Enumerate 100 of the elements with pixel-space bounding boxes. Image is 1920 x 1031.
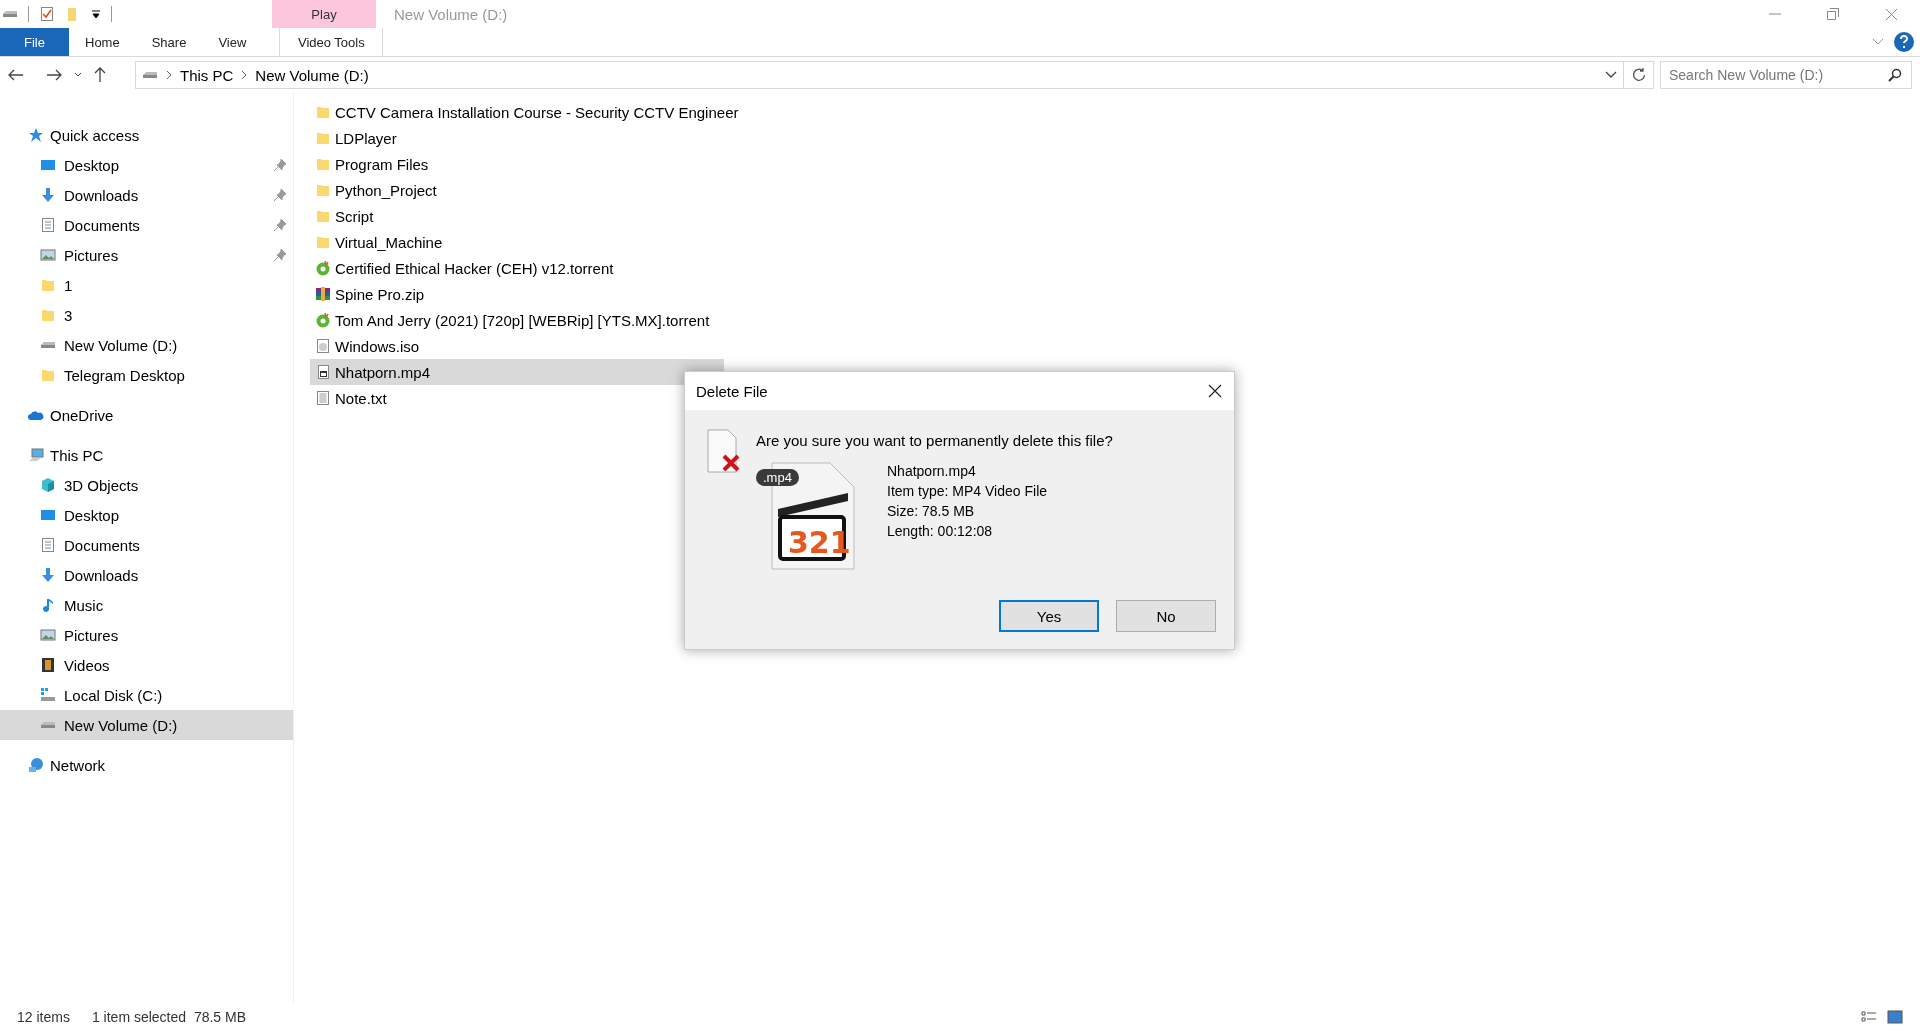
history-dropdown-icon[interactable] bbox=[1605, 71, 1617, 79]
pin-icon[interactable] bbox=[273, 218, 287, 232]
cube-icon bbox=[40, 477, 56, 493]
network-globe-icon bbox=[28, 757, 44, 773]
navigation-item[interactable]: 3D Objects bbox=[0, 470, 293, 500]
navigation-item[interactable]: 1 bbox=[0, 270, 293, 300]
file-item[interactable]: LDPlayer bbox=[310, 125, 397, 151]
picture-icon bbox=[40, 247, 56, 263]
navigation-item[interactable]: 3 bbox=[0, 300, 293, 330]
disc-image-icon bbox=[315, 338, 331, 354]
folder-icon bbox=[315, 182, 331, 198]
search-field[interactable]: Search New Volume (D:) bbox=[1660, 61, 1912, 89]
drive-icon bbox=[142, 71, 158, 79]
close-icon[interactable] bbox=[1208, 384, 1222, 398]
film-icon bbox=[40, 657, 56, 673]
forward-arrow-icon[interactable] bbox=[46, 69, 62, 81]
download-arrow-icon bbox=[40, 187, 56, 203]
file-item[interactable]: Script bbox=[310, 203, 374, 229]
expand-ribbon-chevron-icon[interactable] bbox=[1872, 38, 1884, 46]
ribbon-tab[interactable]: File bbox=[0, 28, 69, 56]
back-arrow-icon[interactable] bbox=[8, 69, 24, 81]
file-item[interactable]: CCTV Camera Installation Course - Security CCTV Engineer bbox=[310, 99, 739, 125]
delete-file-icon bbox=[706, 428, 742, 476]
window-title: New Volume (D:) bbox=[394, 4, 509, 25]
dialog-button[interactable]: No bbox=[1116, 600, 1216, 632]
breadcrumb[interactable]: New Volume (D:) bbox=[255, 66, 369, 84]
navigation-item[interactable]: Network bbox=[0, 750, 293, 780]
navigation-item[interactable]: Documents bbox=[0, 530, 293, 560]
file-item[interactable]: Nhatporn.mp4 bbox=[310, 359, 724, 385]
file-item[interactable]: Windows.iso bbox=[310, 333, 420, 359]
details-view-icon[interactable] bbox=[1861, 1010, 1877, 1024]
ribbon-tab[interactable]: Share bbox=[135, 28, 203, 56]
dialog-title: Delete File bbox=[696, 382, 768, 400]
properties-check-icon[interactable] bbox=[39, 6, 55, 22]
music-note-icon bbox=[40, 597, 56, 613]
navigation-item[interactable]: Pictures bbox=[0, 240, 293, 270]
ribbon-tab[interactable]: Video Tools bbox=[279, 28, 384, 56]
navigation-item[interactable]: Local Disk (C:) bbox=[0, 680, 293, 710]
selection-info: 1 item selected 78.5 MB bbox=[91, 1009, 246, 1025]
navigation-item[interactable]: Desktop bbox=[0, 150, 293, 180]
navigation-item[interactable]: Desktop bbox=[0, 500, 293, 530]
navigation-item[interactable]: New Volume (D:) bbox=[0, 710, 293, 740]
folder-icon bbox=[40, 367, 56, 383]
up-arrow-icon[interactable] bbox=[94, 67, 106, 83]
navigation-item[interactable]: OneDrive bbox=[0, 400, 293, 430]
folder-icon bbox=[315, 130, 331, 146]
computer-icon bbox=[28, 447, 44, 463]
drive-icon bbox=[40, 721, 56, 729]
navigation-item[interactable]: Documents bbox=[0, 210, 293, 240]
folder-icon bbox=[315, 234, 331, 250]
breadcrumb-chevron-icon[interactable] bbox=[166, 70, 172, 80]
search-icon[interactable] bbox=[1888, 68, 1902, 82]
breadcrumb-chevron-icon[interactable] bbox=[241, 70, 248, 80]
download-arrow-icon bbox=[40, 567, 56, 583]
video-file-icon bbox=[315, 364, 331, 380]
navigation-item[interactable]: Pictures bbox=[0, 620, 293, 650]
file-extension-badge: .mp4 bbox=[756, 469, 799, 486]
navigation-item[interactable]: This PC bbox=[0, 440, 293, 470]
ribbon-tab[interactable]: Home bbox=[69, 28, 136, 56]
navigation-item[interactable]: Downloads bbox=[0, 180, 293, 210]
star-icon bbox=[28, 127, 44, 143]
file-item[interactable]: Certified Ethical Hacker (CEH) v12.torrent bbox=[310, 255, 614, 281]
file-item[interactable]: Python_Project bbox=[310, 177, 437, 203]
navigation-item[interactable]: Music bbox=[0, 590, 293, 620]
folder-icon bbox=[315, 208, 331, 224]
navigation-item[interactable]: Videos bbox=[0, 650, 293, 680]
help-icon[interactable] bbox=[1894, 32, 1914, 52]
dropdown-caret-icon[interactable] bbox=[91, 9, 101, 19]
navigation-item[interactable]: Telegram Desktop bbox=[0, 360, 293, 390]
contextual-tab-header: Play bbox=[272, 0, 376, 28]
navigation-item[interactable]: Quick access bbox=[0, 120, 293, 150]
navigation-item[interactable]: Downloads bbox=[0, 560, 293, 590]
drive-icon bbox=[40, 341, 56, 349]
desktop-icon bbox=[40, 507, 56, 523]
drive-icon bbox=[40, 687, 56, 703]
pin-icon[interactable] bbox=[273, 158, 287, 172]
recent-caret-icon[interactable] bbox=[74, 72, 82, 78]
torrent-icon bbox=[315, 260, 331, 276]
document-icon bbox=[40, 537, 56, 553]
refresh-icon[interactable] bbox=[1631, 68, 1646, 82]
text-file-icon bbox=[315, 390, 331, 406]
pin-icon[interactable] bbox=[273, 248, 287, 262]
navigation-item[interactable]: New Volume (D:) bbox=[0, 330, 293, 360]
file-detail: Length: 00:12:08 bbox=[887, 522, 994, 541]
file-item[interactable]: Tom And Jerry (2021) [720p] [WEBRip] [YTS.MX].torrent bbox=[310, 307, 710, 333]
ribbon-tab[interactable]: View bbox=[202, 28, 263, 56]
archive-icon bbox=[315, 286, 331, 302]
drive-icon bbox=[2, 10, 18, 18]
restore-icon[interactable] bbox=[1827, 8, 1839, 20]
folder-icon bbox=[315, 156, 331, 172]
file-item[interactable]: Program Files bbox=[310, 151, 429, 177]
breadcrumb[interactable]: This PC bbox=[180, 66, 234, 84]
file-detail: Nhatporn.mp4 bbox=[887, 462, 977, 481]
refresh-button[interactable] bbox=[1624, 61, 1654, 89]
address-bar[interactable]: This PC New Volume (D:) bbox=[135, 61, 1624, 89]
file-item[interactable]: Note.txt bbox=[310, 385, 387, 411]
pin-icon[interactable] bbox=[273, 188, 287, 202]
file-item[interactable]: Spine Pro.zip bbox=[310, 281, 425, 307]
file-item[interactable]: Virtual_Machine bbox=[310, 229, 443, 255]
dialog-button[interactable]: Yes bbox=[999, 600, 1099, 632]
